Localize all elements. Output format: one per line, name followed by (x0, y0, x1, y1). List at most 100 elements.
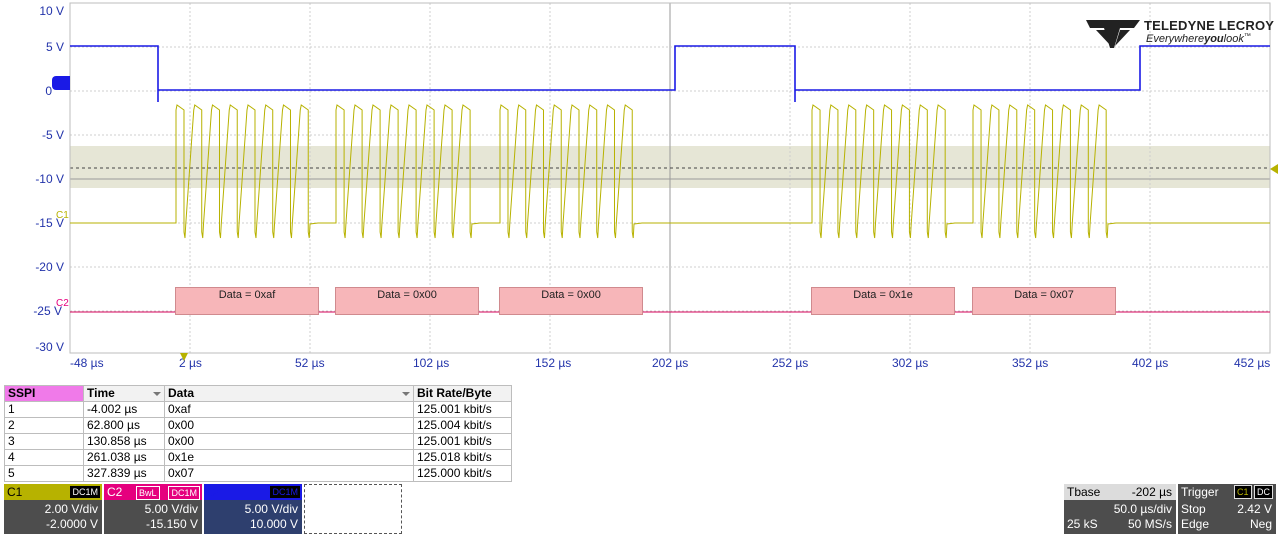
y-label-0v: 0 (45, 84, 52, 98)
table-row[interactable]: 2 62.800 µs 0x00 125.004 kbit/s (4, 417, 512, 434)
trigger-source-badge: C1 (1234, 485, 1252, 499)
channel-c2-descriptor[interactable]: C2 BwL DC1M 5.00 V/div -15.150 V (104, 484, 202, 534)
trigger-position-marker[interactable] (180, 353, 188, 361)
channel-c2-vdiv: 5.00 V/div (144, 502, 198, 516)
decode-label: Data = 0xaf (218, 289, 276, 301)
x-label-452us: 452 µs (1234, 356, 1271, 370)
cell-data: 0x1e (164, 449, 414, 466)
x-label-52us: 52 µs (295, 356, 325, 370)
timebase-delay: -202 µs (1131, 485, 1172, 499)
cell-bitrate: 125.001 kbit/s (413, 401, 512, 418)
timebase-samples: 25 kS (1067, 517, 1098, 531)
cell-bitrate: 125.001 kbit/s (413, 433, 512, 450)
decode-box[interactable]: Data = 0xaf (175, 287, 319, 315)
channel-c2-header: C2 BwL DC1M (104, 484, 202, 500)
timebase-tdiv: 50.0 µs/div (1113, 502, 1172, 516)
cell-data: 0xaf (164, 401, 414, 418)
trigger-level-marker[interactable] (1270, 164, 1278, 174)
decode-label: Data = 0x00 (541, 289, 601, 301)
y-label-5v: 5 V (45, 40, 64, 54)
cell-index: 3 (4, 433, 84, 450)
decode-label: Data = 0x07 (1014, 289, 1074, 301)
teledyne-lecroy-logo: TELEDYNE LECROY Everywhereyoulook™ (1084, 16, 1274, 50)
y-label-m10v: -10 V (35, 172, 64, 186)
x-label-152us: 152 µs (535, 356, 572, 370)
trigger-mode: Stop (1181, 502, 1206, 516)
channel-c2-bwl-badge: BwL (136, 486, 160, 500)
c1-trace (70, 104, 1270, 239)
channel-c2-name: C2 (107, 485, 123, 499)
channel-c4-coupling-badge: DC1M (270, 486, 300, 498)
y-label-m5v: -5 V (41, 128, 64, 142)
cell-index: 2 (4, 417, 84, 434)
col-header-time-label: Time (87, 386, 115, 400)
channel-c2-offset: -15.150 V (145, 517, 198, 531)
timebase-panel[interactable]: Tbase -202 µs 50.0 µs/div 25 kS 50 MS/s (1064, 484, 1176, 534)
sort-arrow-icon (402, 392, 410, 396)
trigger-coupling-badge: DC (1254, 485, 1273, 499)
empty-channel-slot[interactable] (304, 484, 402, 534)
cell-time: 62.800 µs (83, 417, 165, 434)
table-row[interactable]: 4 261.038 µs 0x1e 125.018 kbit/s (4, 449, 512, 466)
cell-time: 327.839 µs (83, 465, 165, 482)
c4-offset-marker[interactable] (52, 76, 70, 90)
channel-c4-vdiv: 5.00 V/div (244, 502, 298, 516)
channel-c1-vdiv: 2.00 V/div (44, 502, 98, 516)
x-label-202us: 202 µs (652, 356, 689, 370)
decode-box[interactable]: Data = 0x00 (499, 287, 643, 315)
y-label-m25v: -25 V (33, 304, 62, 318)
x-label-102us: 102 µs (413, 356, 450, 370)
cell-index: 4 (4, 449, 84, 466)
cell-data: 0x07 (164, 465, 414, 482)
y-label-m30v: -30 V (35, 340, 64, 354)
cell-bitrate: 125.004 kbit/s (413, 417, 512, 434)
c2-marker: C2 (56, 298, 69, 309)
decode-table[interactable]: SSPI Time Data Bit Rate/Byte 1 -4.002 µs 0… (4, 385, 512, 482)
cell-time: -4.002 µs (83, 401, 165, 418)
trigger-label: Trigger (1181, 485, 1219, 499)
cell-index: 5 (4, 465, 84, 482)
x-label-252us: 252 µs (772, 356, 809, 370)
waveform-traces (70, 45, 1270, 313)
waveform-display[interactable]: 10 V 5 V 0 -5 V -10 V -15 V -20 V -25 V … (0, 0, 1280, 380)
channel-c2-coupling-badge: DC1M (168, 486, 200, 500)
brand-tagline: Everywhereyoulook™ (1146, 33, 1251, 45)
brand-name: TELEDYNE LECROY (1144, 18, 1275, 33)
col-header-data-label: Data (168, 386, 195, 400)
c1-marker: C1 (56, 210, 69, 221)
timebase-rate: 50 MS/s (1127, 517, 1172, 531)
decode-label: Data = 0x00 (377, 289, 437, 301)
cell-time: 130.858 µs (83, 433, 165, 450)
trigger-slope: Neg (1249, 517, 1272, 531)
table-row[interactable]: 1 -4.002 µs 0xaf 125.001 kbit/s (4, 401, 512, 418)
sort-arrow-icon (153, 392, 161, 396)
x-label-m48us: -48 µs (70, 356, 104, 370)
decode-box[interactable]: Data = 0x00 (335, 287, 479, 315)
decode-label: Data = 0x1e (853, 289, 913, 301)
cell-time: 261.038 µs (83, 449, 165, 466)
channel-c1-offset: -2.0000 V (45, 517, 98, 531)
table-row[interactable]: 5 327.839 µs 0x07 125.000 kbit/s (4, 465, 512, 482)
x-label-302us: 302 µs (892, 356, 929, 370)
channel-c4-offset: 10.000 V (249, 517, 298, 531)
channel-c1-header: C1 DC1M (4, 484, 102, 500)
timebase-label: Tbase (1067, 485, 1101, 499)
col-header-bitrate[interactable]: Bit Rate/Byte (413, 385, 512, 402)
decode-box[interactable]: Data = 0x07 (972, 287, 1116, 315)
x-label-352us: 352 µs (1012, 356, 1049, 370)
col-header-data[interactable]: Data (164, 385, 414, 402)
cell-index: 1 (4, 401, 84, 418)
col-header-sspi[interactable]: SSPI (4, 385, 84, 402)
cell-data: 0x00 (164, 417, 414, 434)
channel-c1-descriptor[interactable]: C1 DC1M 2.00 V/div -2.0000 V (4, 484, 102, 534)
teledyne-logo-icon (1086, 20, 1140, 48)
cell-bitrate: 125.000 kbit/s (413, 465, 512, 482)
col-header-time[interactable]: Time (83, 385, 165, 402)
table-row[interactable]: 3 130.858 µs 0x00 125.001 kbit/s (4, 433, 512, 450)
channel-c4-descriptor[interactable]: C4 DC1M 5.00 V/div 10.000 V (204, 484, 302, 534)
channel-c4-name: C4 (207, 485, 223, 499)
x-label-402us: 402 µs (1132, 356, 1169, 370)
channel-c1-name: C1 (7, 485, 23, 499)
trigger-panel[interactable]: Trigger C1 DC Stop 2.42 V Edge Neg (1178, 484, 1276, 534)
decode-box[interactable]: Data = 0x1e (811, 287, 955, 315)
